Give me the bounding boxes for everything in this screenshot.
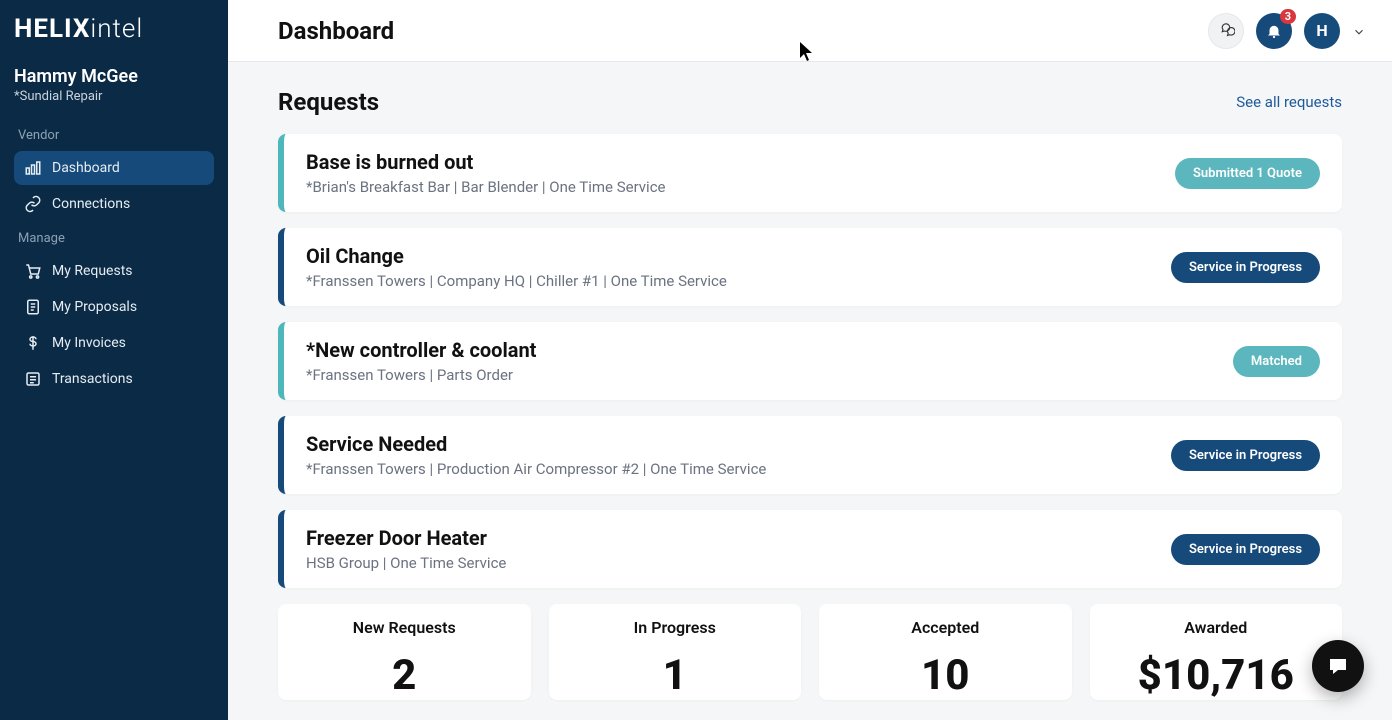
document-icon [24,298,42,316]
user-name: Hammy McGee [14,66,214,87]
list-icon [24,370,42,388]
stat-value: 10 [831,651,1060,700]
request-title: Freezer Door Heater [306,526,506,550]
status-badge: Service in Progress [1171,440,1320,471]
stat-value: $10,716 [1102,651,1331,700]
topbar-right: 3 H [1208,13,1366,49]
request-card[interactable]: Base is burned out *Brian's Breakfast Ba… [278,134,1342,212]
see-all-requests-link[interactable]: See all requests [1236,93,1342,111]
nav-section-manage: Manage [18,231,210,246]
stat-card-new-requests[interactable]: New Requests 2 [278,604,531,700]
user-org: *Sundial Repair [14,89,214,104]
nav-dashboard[interactable]: Dashboard [14,151,214,185]
brand-part2: intel [90,14,143,44]
stats-row: New Requests 2 In Progress 1 Accepted 10… [278,604,1342,700]
sidebar: HELIXintel Hammy McGee *Sundial Repair V… [0,0,228,720]
request-card[interactable]: Service Needed *Franssen Towers | Produc… [278,416,1342,494]
avatar-button[interactable]: H [1304,13,1340,49]
request-subtitle: *Brian's Breakfast Bar | Bar Blender | O… [306,178,666,196]
nav-transactions-label: Transactions [52,371,133,387]
notification-wrap: 3 [1256,13,1292,49]
nav-my-proposals-label: My Proposals [52,299,137,315]
stat-label: In Progress [561,618,790,637]
status-badge: Submitted 1 Quote [1175,158,1320,189]
request-subtitle: HSB Group | One Time Service [306,554,506,572]
status-badge: Service in Progress [1171,534,1320,565]
stat-card-in-progress[interactable]: In Progress 1 [549,604,802,700]
cart-icon [24,262,42,280]
stat-label: New Requests [290,618,519,637]
brand-part1: HELIX [14,14,90,44]
status-badge: Matched [1233,346,1320,377]
nav-my-invoices-label: My Invoices [52,335,126,351]
request-subtitle: *Franssen Towers | Production Air Compre… [306,460,766,478]
bell-icon [1265,22,1283,40]
nav-transactions[interactable]: Transactions [14,362,214,396]
request-card[interactable]: Oil Change *Franssen Towers | Company HQ… [278,228,1342,306]
stat-value: 2 [290,651,519,700]
request-title: Base is burned out [306,150,666,174]
nav-connections-label: Connections [52,196,130,212]
chevron-down-icon [1352,25,1366,39]
request-subtitle: *Franssen Towers | Parts Order [306,366,536,384]
notification-badge: 3 [1280,9,1296,24]
nav-my-proposals[interactable]: My Proposals [14,290,214,324]
chat-icon [1217,22,1235,40]
link-icon [24,195,42,213]
requests-header: Requests See all requests [278,88,1342,116]
nav-my-requests-label: My Requests [52,263,133,279]
nav-section-vendor: Vendor [18,128,210,143]
topbar: Dashboard 3 H [228,0,1392,62]
request-card[interactable]: Freezer Door Heater HSB Group | One Time… [278,510,1342,588]
nav-my-invoices[interactable]: My Invoices [14,326,214,360]
request-title: Oil Change [306,244,727,268]
stat-card-accepted[interactable]: Accepted 10 [819,604,1072,700]
nav-connections[interactable]: Connections [14,187,214,221]
nav-my-requests[interactable]: My Requests [14,254,214,288]
stat-value: 1 [561,651,790,700]
stat-label: Accepted [831,618,1060,637]
brand-logo: HELIXintel [14,14,214,44]
request-title: *New controller & coolant [306,338,536,362]
request-title: Service Needed [306,432,766,456]
speech-bubble-icon [1326,654,1350,678]
page-title: Dashboard [278,17,394,45]
chat-button[interactable] [1208,13,1244,49]
request-subtitle: *Franssen Towers | Company HQ | Chiller … [306,272,727,290]
stat-label: Awarded [1102,618,1331,637]
status-badge: Service in Progress [1171,252,1320,283]
stat-card-awarded[interactable]: Awarded $10,716 [1090,604,1343,700]
request-card[interactable]: *New controller & coolant *Franssen Towe… [278,322,1342,400]
requests-title: Requests [278,88,379,116]
content: Requests See all requests Base is burned… [228,62,1392,720]
bar-chart-icon [24,159,42,177]
dollar-icon [24,334,42,352]
account-menu-toggle[interactable] [1352,24,1366,38]
nav-dashboard-label: Dashboard [52,160,120,176]
chat-fab[interactable] [1312,640,1364,692]
